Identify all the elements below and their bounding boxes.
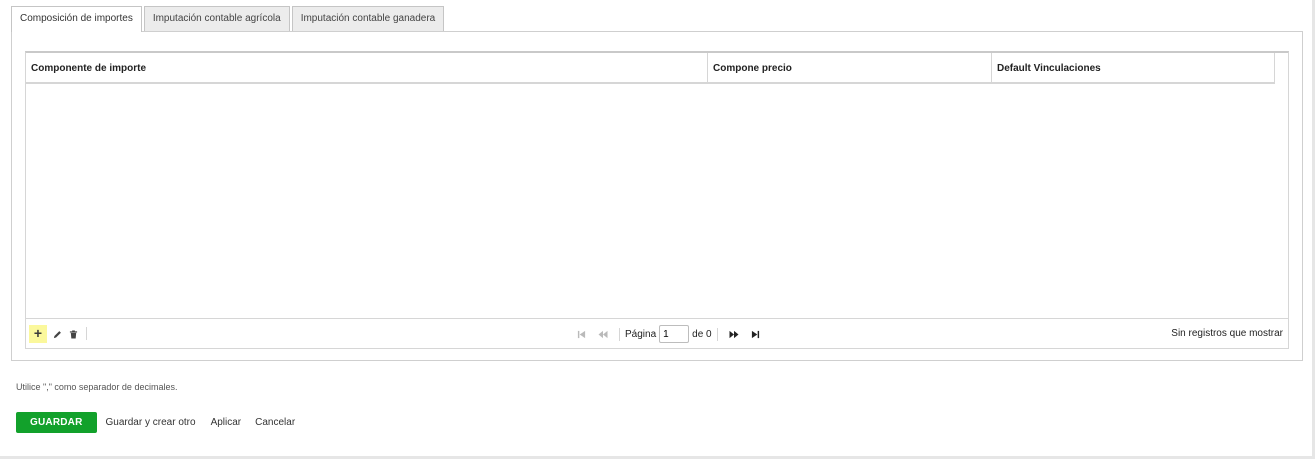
toolbar-separator: [86, 327, 87, 340]
column-header-default-vinculaciones[interactable]: Default Vinculaciones: [992, 53, 1275, 82]
apply-link[interactable]: Aplicar: [211, 417, 242, 428]
tab-bar: Composición de importes Imputación conta…: [11, 6, 446, 32]
delete-button[interactable]: [64, 325, 82, 343]
first-page-icon: [577, 330, 585, 338]
tab-panel: Componente de importe Compone precio Def…: [11, 31, 1303, 361]
page-input[interactable]: [659, 325, 690, 343]
plus-icon: +: [33, 325, 43, 341]
form-actions: GUARDAR Guardar y crear otro Aplicar Can…: [16, 412, 295, 433]
grid-header: Componente de importe Compone precio Def…: [26, 53, 1275, 84]
page-label: Página: [625, 328, 657, 340]
pager-separator: [716, 327, 718, 341]
add-button[interactable]: +: [29, 325, 47, 343]
prev-page-button[interactable]: [596, 327, 610, 341]
grid-footer: + Página 1 de 0 Sin registros que mostra…: [26, 318, 1288, 348]
data-grid: Componente de importe Compone precio Def…: [25, 51, 1289, 349]
prev-page-icon: [598, 330, 608, 338]
column-header-componente[interactable]: Componente de importe: [26, 53, 708, 82]
pager: Página de 0: [570, 325, 767, 343]
pencil-icon: [53, 331, 61, 339]
tab-imputacion-ganadera[interactable]: Imputación contable ganadera: [291, 6, 445, 31]
grid-status-text: Sin registros que mostrar: [1171, 328, 1283, 339]
cancel-link[interactable]: Cancelar: [255, 417, 295, 428]
save-and-new-link[interactable]: Guardar y crear otro: [106, 417, 196, 428]
last-page-icon: [752, 330, 760, 338]
tab-composicion-importes[interactable]: Composición de importes: [11, 6, 142, 32]
last-page-button[interactable]: [749, 327, 763, 341]
save-button[interactable]: GUARDAR: [16, 412, 97, 433]
column-header-compone-precio[interactable]: Compone precio: [708, 53, 992, 82]
decimal-separator-hint: Utilice "," como separador de decimales.: [16, 382, 178, 392]
next-page-button[interactable]: [727, 327, 741, 341]
pager-separator: [619, 327, 620, 341]
grid-body: [26, 84, 1288, 316]
page-total: de 0: [692, 328, 712, 340]
first-page-button[interactable]: [574, 327, 588, 341]
trash-icon: [69, 330, 77, 339]
next-page-icon: [729, 330, 739, 338]
tab-imputacion-agricola[interactable]: Imputación contable agrícola: [143, 6, 290, 31]
